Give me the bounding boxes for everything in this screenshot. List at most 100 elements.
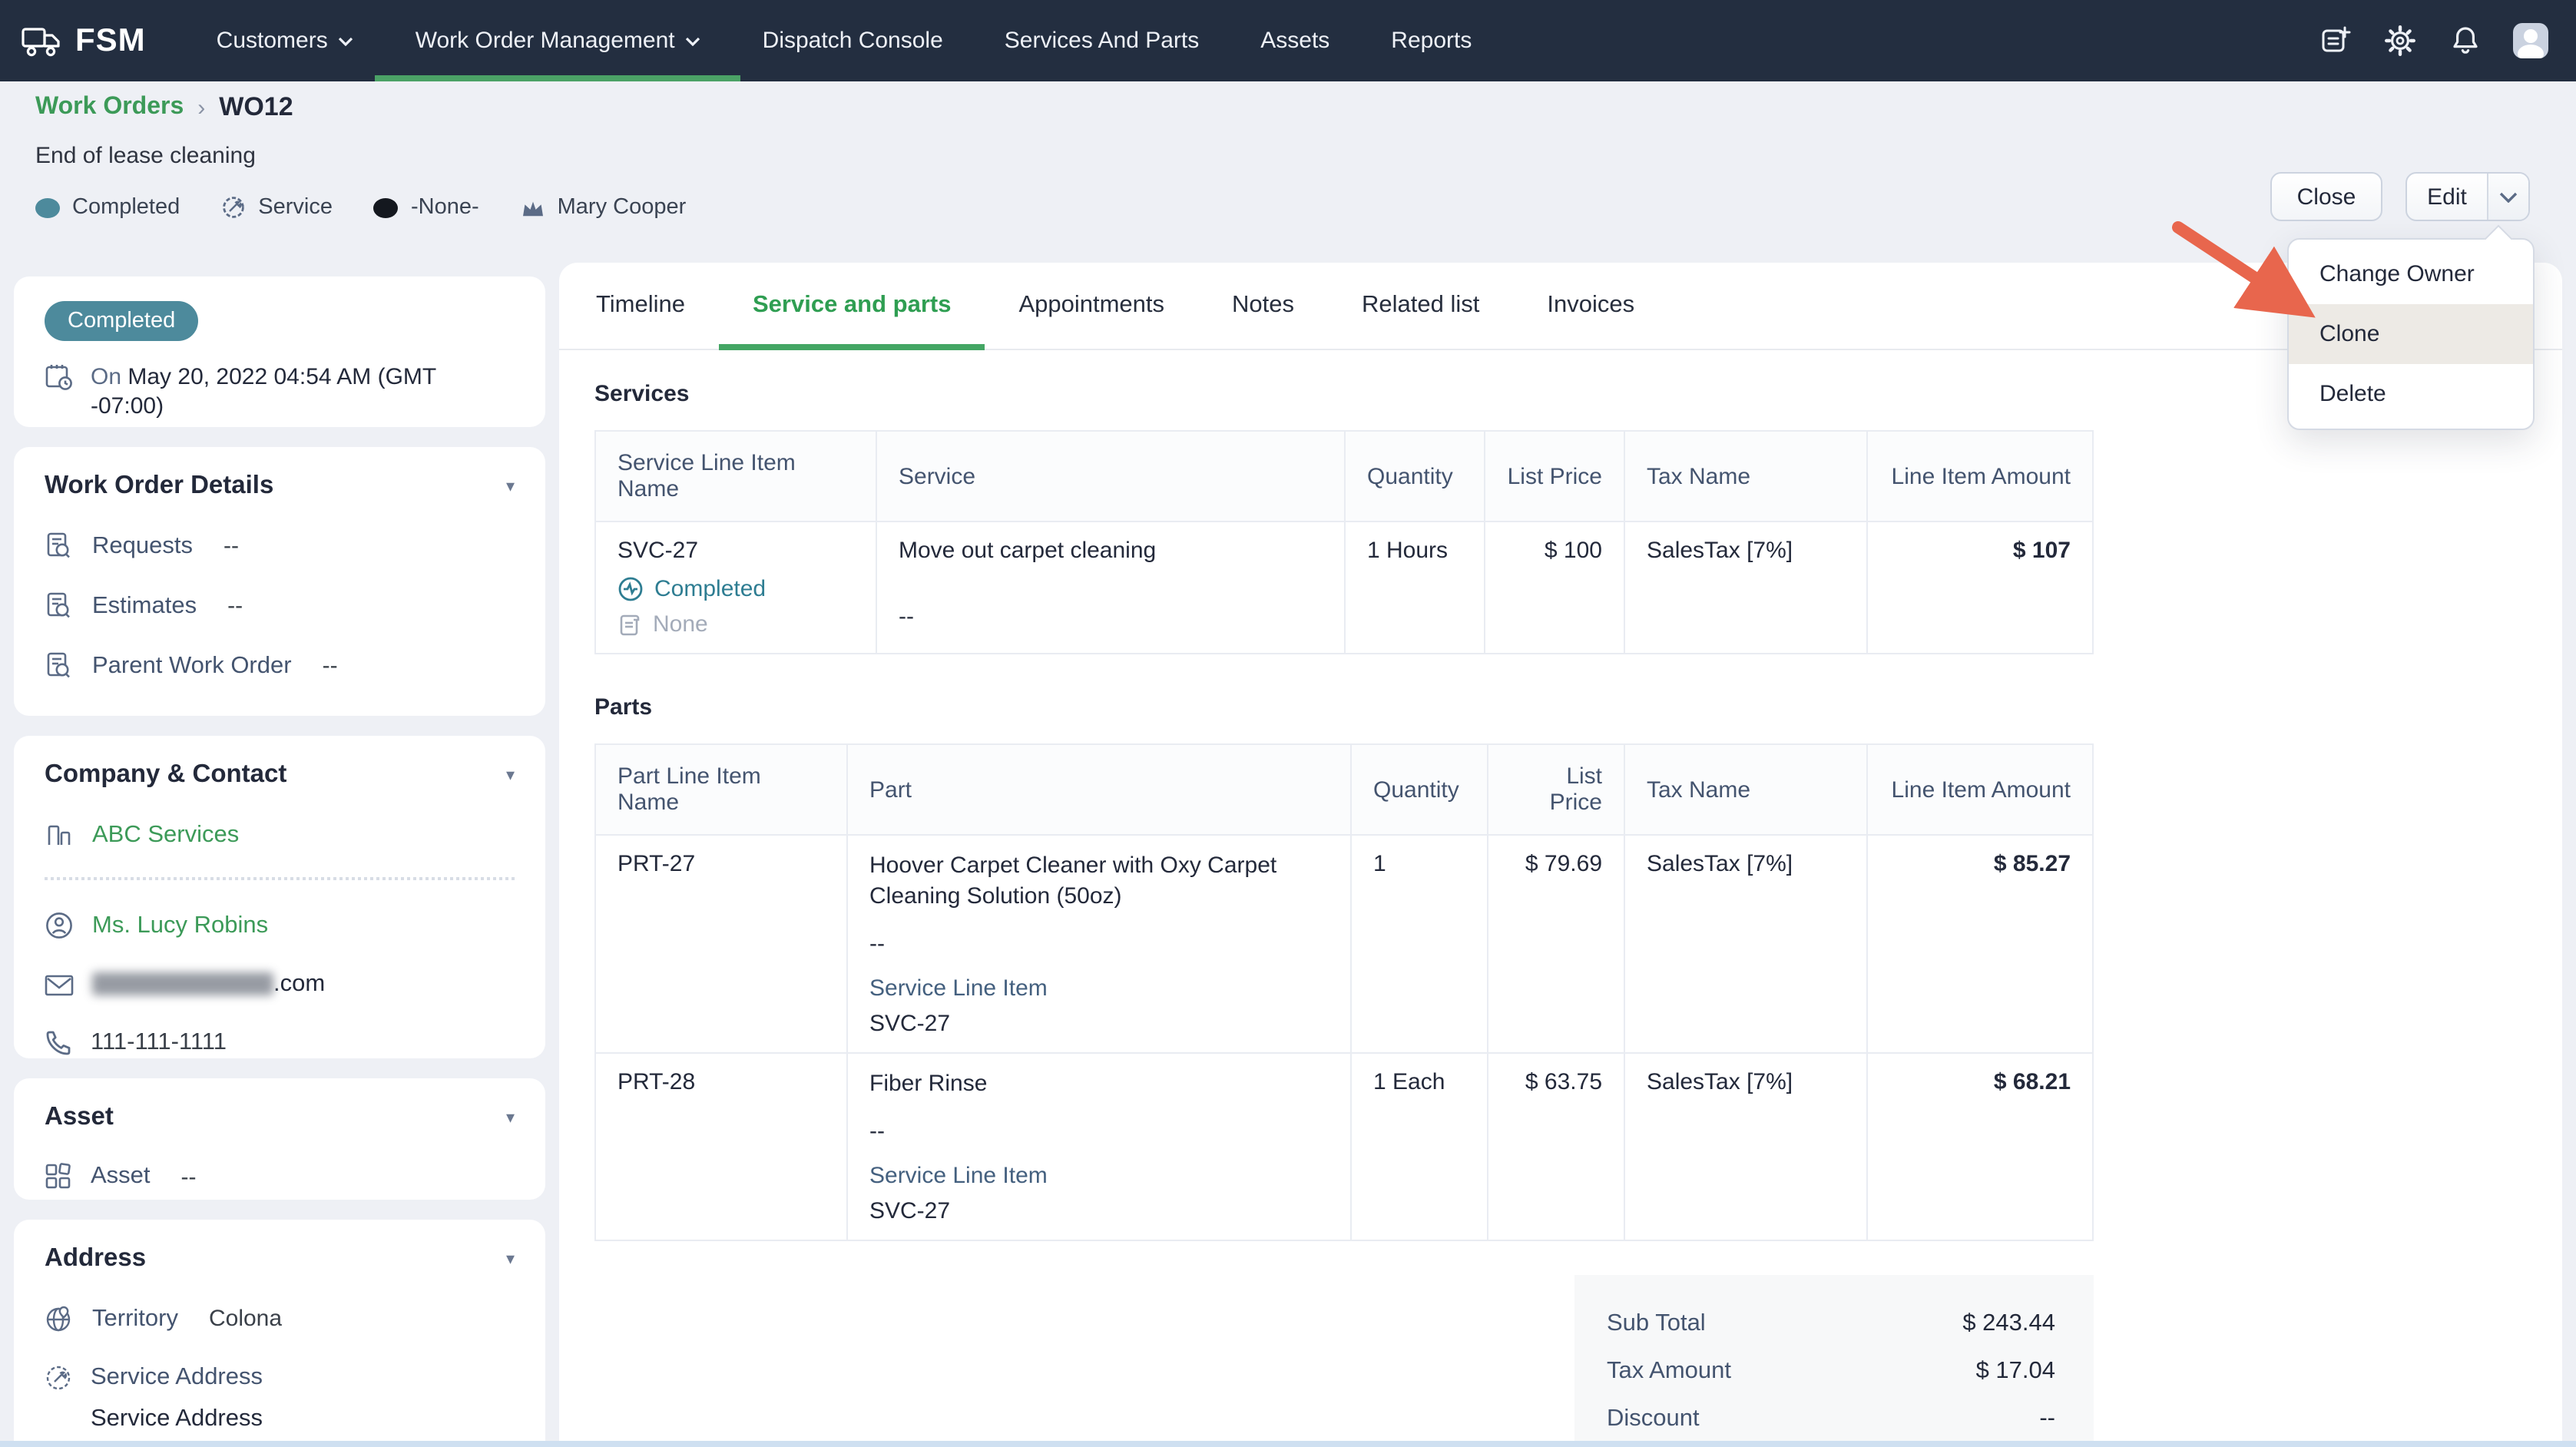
nav-actions	[2319, 23, 2548, 58]
quantity-cell: 1 Each	[1350, 1054, 1487, 1240]
calendar-clock-icon	[45, 363, 74, 392]
services-table-row[interactable]: SVC-27 Completed	[594, 522, 2094, 654]
brand-name: FSM	[75, 22, 146, 59]
completed-datetime: On May 20, 2022 04:54 AM (GMT -07:00)	[91, 363, 493, 421]
tab-service-and-parts[interactable]: Service and parts	[719, 263, 985, 349]
services-table: Service Line Item Name Service Quantity …	[594, 430, 2094, 654]
nav-item-assets[interactable]: Assets	[1260, 0, 1329, 81]
service-badge-icon	[221, 195, 246, 220]
sidebar-item-territory: Territory Colona	[45, 1304, 515, 1333]
nav-item-work-order-management[interactable]: Work Order Management	[416, 0, 701, 81]
section-title: Work Order Details	[45, 472, 273, 501]
chevron-down-icon	[686, 36, 701, 45]
parts-table-row[interactable]: PRT-28 Fiber Rinse -- Service Line Item …	[594, 1054, 2094, 1241]
sidebar-item-parent-work-order: Parent Work Order --	[45, 651, 515, 680]
list-price-cell: $ 79.69	[1487, 836, 1624, 1052]
edit-button-label[interactable]: Edit	[2407, 184, 2487, 210]
breadcrumb-separator: ›	[197, 94, 205, 121]
list-price-cell: $ 100	[1484, 522, 1624, 653]
app-canvas: FSM Customers Work Order Management Disp…	[0, 0, 2576, 1447]
sidebar-item-requests: Requests --	[45, 531, 515, 561]
section-title: Address	[45, 1244, 146, 1273]
breadcrumb-link-work-orders[interactable]: Work Orders	[35, 94, 184, 121]
scroll-icon	[618, 612, 642, 637]
globe-pin-icon	[45, 1304, 74, 1333]
discount-row: Discount --	[1574, 1395, 2094, 1442]
crown-icon	[521, 197, 545, 217]
tab-appointments[interactable]: Appointments	[985, 263, 1198, 349]
collapse-caret-icon[interactable]: ▾	[506, 476, 515, 496]
collapse-caret-icon[interactable]: ▾	[506, 1108, 515, 1127]
part-cell: Hoover Carpet Cleaner with Oxy Carpet Cl…	[846, 836, 1350, 1052]
header-buttons: Close Edit	[2270, 172, 2530, 221]
compose-icon[interactable]	[2319, 25, 2352, 57]
totals-summary: Sub Total $ 243.44 Tax Amount $ 17.04 Di…	[1574, 1275, 2094, 1447]
menu-item-clone[interactable]: Clone	[2289, 304, 2533, 364]
nav-item-customers[interactable]: Customers	[217, 0, 354, 81]
redacted-text	[92, 973, 273, 996]
line-item-amount-cell: $ 85.27	[1866, 836, 2094, 1052]
status-chip-completed: Completed	[35, 195, 180, 220]
service-line-item-link[interactable]: Service Line Item	[869, 1163, 1329, 1189]
page-title: WO12	[219, 92, 293, 123]
part-line-item-cell: PRT-27	[594, 836, 846, 1052]
settings-gear-icon[interactable]	[2384, 25, 2416, 57]
menu-item-delete[interactable]: Delete	[2289, 364, 2533, 424]
edit-split-button[interactable]: Edit	[2405, 172, 2530, 221]
parts-heading: Parts	[594, 694, 2562, 720]
document-search-icon	[45, 651, 74, 680]
building-icon	[45, 820, 74, 849]
breadcrumb: Work Orders › WO12	[35, 92, 686, 123]
menu-item-change-owner[interactable]: Change Owner	[2289, 244, 2533, 304]
parts-table-row[interactable]: PRT-27 Hoover Carpet Cleaner with Oxy Ca…	[594, 836, 2094, 1054]
page-header: Work Orders › WO12 End of lease cleaning…	[35, 92, 686, 220]
sidebar-item-estimates: Estimates --	[45, 591, 515, 621]
priority-dot-icon	[374, 197, 399, 217]
nav-item-services-and-parts[interactable]: Services And Parts	[1005, 0, 1199, 81]
service-line-item-link[interactable]: Service Line Item	[869, 975, 1329, 1002]
status-chip-priority: -None-	[374, 195, 479, 220]
line-item-invoice-status: None	[618, 611, 854, 637]
collapse-caret-icon[interactable]: ▾	[506, 765, 515, 785]
gear-wrench-icon	[45, 1364, 72, 1392]
status-card: Completed On May 20, 2022 04:54 AM (GMT …	[14, 276, 545, 427]
user-avatar[interactable]	[2513, 23, 2548, 58]
tax-name-cell: SalesTax [7%]	[1624, 1054, 1866, 1240]
tax-name-cell: SalesTax [7%]	[1624, 522, 1866, 653]
status-dot-icon	[35, 197, 60, 217]
subtotal-row: Sub Total $ 243.44	[1574, 1300, 2094, 1347]
tab-notes[interactable]: Notes	[1198, 263, 1328, 349]
tab-content: Services Service Line Item Name Service …	[559, 381, 2562, 1447]
tab-invoices[interactable]: Invoices	[1513, 263, 1668, 349]
brand[interactable]: FSM	[22, 22, 146, 59]
sidebar-item-email: .com	[45, 971, 515, 998]
sidebar-item-company: ABC Services	[45, 820, 515, 849]
chevron-down-icon	[2499, 191, 2518, 202]
sidebar-item-contact: Ms. Lucy Robins	[45, 911, 515, 940]
section-title: Asset	[45, 1103, 114, 1132]
tab-timeline[interactable]: Timeline	[562, 263, 719, 349]
chevron-down-icon	[339, 36, 354, 45]
parts-table: Part Line Item Name Part Quantity List P…	[594, 743, 2094, 1241]
phone-number[interactable]: 111-111-1111	[91, 1029, 227, 1057]
nav-items: Customers Work Order Management Dispatch…	[217, 0, 1534, 81]
close-button[interactable]: Close	[2270, 172, 2382, 221]
company-link[interactable]: ABC Services	[92, 821, 239, 849]
tab-bar: Timeline Service and parts Appointments …	[559, 263, 2562, 350]
collapse-caret-icon[interactable]: ▾	[506, 1249, 515, 1269]
nav-item-dispatch-console[interactable]: Dispatch Console	[763, 0, 943, 81]
quantity-cell: 1 Hours	[1344, 522, 1484, 653]
nav-item-reports[interactable]: Reports	[1391, 0, 1472, 81]
top-nav: FSM Customers Work Order Management Disp…	[0, 0, 2576, 81]
tab-related-list[interactable]: Related list	[1328, 263, 1513, 349]
service-address-name: Service Address	[91, 1406, 515, 1433]
work-order-details-card: Work Order Details ▾ Requests --	[14, 447, 545, 716]
document-search-icon	[45, 531, 74, 561]
notifications-bell-icon[interactable]	[2449, 25, 2481, 57]
line-item-amount-cell: $ 107	[1866, 522, 2094, 653]
document-search-icon	[45, 591, 74, 621]
edit-dropdown-toggle[interactable]	[2487, 174, 2528, 220]
company-contact-card: Company & Contact ▾ ABC Services	[14, 736, 545, 1058]
contact-link[interactable]: Ms. Lucy Robins	[92, 912, 268, 939]
status-chip-type: Service	[221, 195, 333, 220]
